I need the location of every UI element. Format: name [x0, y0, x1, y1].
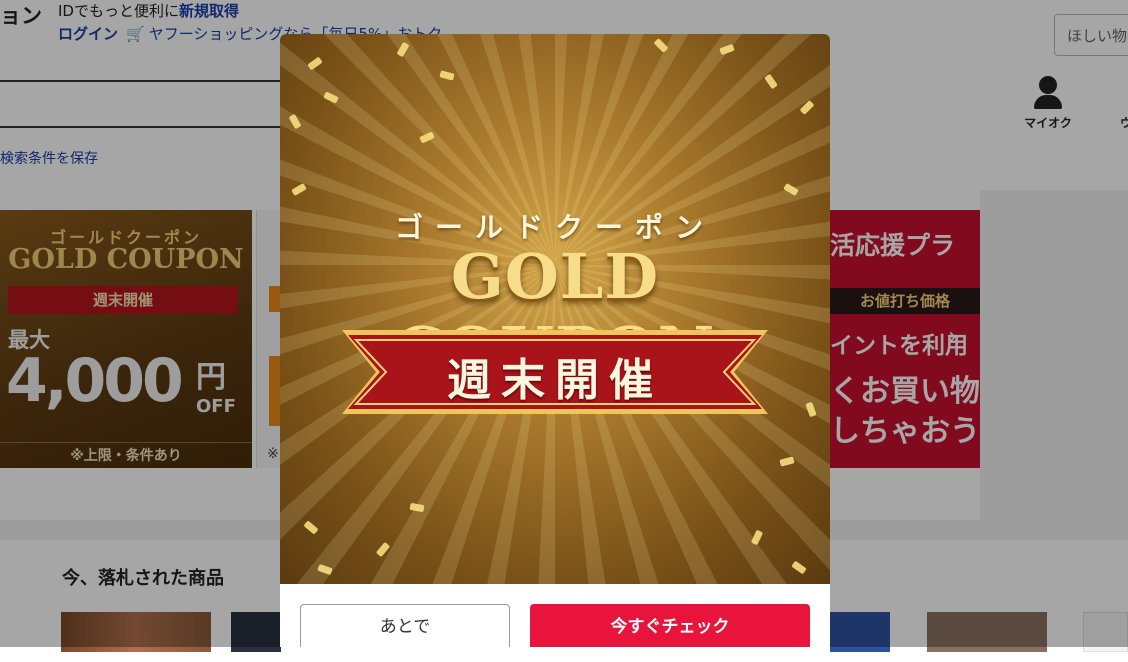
- ribbon-text: 週末開催: [447, 355, 663, 406]
- weekend-ribbon: 週末開催: [342, 330, 768, 414]
- later-button[interactable]: あとで: [300, 604, 510, 647]
- gold-coupon-modal: ゴールドクーポン GOLD COUPON 週末開催 あとで 今すぐチェック: [280, 34, 830, 647]
- coupon-hero-image[interactable]: ゴールドクーポン GOLD COUPON 週末開催: [280, 34, 830, 584]
- check-now-button[interactable]: 今すぐチェック: [530, 604, 810, 647]
